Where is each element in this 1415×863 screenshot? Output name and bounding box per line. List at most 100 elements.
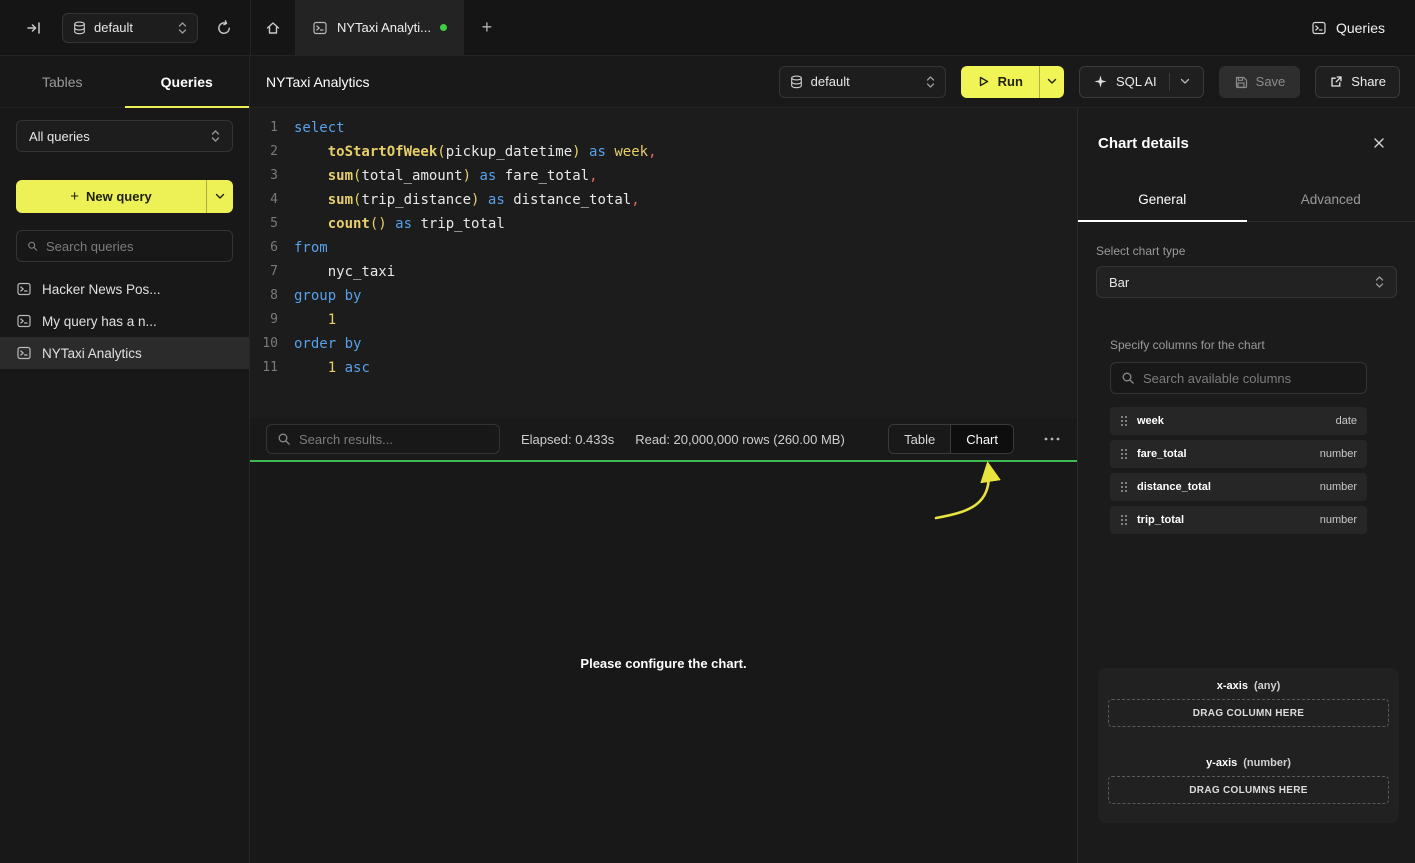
chart-details-body: Select chart type Bar Specify columns fo… xyxy=(1078,244,1415,534)
line-number: 7 xyxy=(250,260,278,284)
y-axis-drop-zone[interactable]: DRAG COLUMNS HERE xyxy=(1108,776,1389,804)
search-queries-box[interactable] xyxy=(16,230,233,262)
code-line: 1select xyxy=(250,116,1077,140)
sidebar-query-item[interactable]: Hacker News Pos... xyxy=(0,273,249,305)
top-bar-right: Queries xyxy=(1311,20,1415,36)
columns-section: Specify columns for the chart weekdatefa… xyxy=(1110,338,1367,534)
ellipsis-icon xyxy=(1044,437,1060,441)
updown-chevrons-icon xyxy=(926,75,935,89)
refresh-button[interactable] xyxy=(210,14,238,42)
chevron-down-icon xyxy=(215,193,225,200)
run-button[interactable]: Run xyxy=(961,66,1064,98)
editor-database-selector[interactable]: default xyxy=(779,66,946,98)
document-tab-nytaxi[interactable]: NYTaxi Analyti... xyxy=(296,0,464,55)
sidebar: Tables Queries All queries + New query xyxy=(0,56,250,863)
sidebar-tab-queries[interactable]: Queries xyxy=(125,56,250,107)
chart-details-tabs: General Advanced xyxy=(1078,178,1415,222)
chart-type-value: Bar xyxy=(1109,275,1375,290)
line-number: 9 xyxy=(250,308,278,332)
search-icon xyxy=(27,239,38,253)
toggle-chart[interactable]: Chart xyxy=(951,425,1013,453)
rows-read: Read: 20,000,000 rows (260.00 MB) xyxy=(635,432,845,447)
line-number: 6 xyxy=(250,236,278,260)
query-list: Hacker News Pos...My query has a n... NYT… xyxy=(0,273,249,369)
results-toolbar: Elapsed: 0.433s Read: 20,000,000 rows (2… xyxy=(250,418,1077,460)
sidebar-body: All queries + New query xyxy=(0,108,249,262)
close-icon xyxy=(1373,137,1385,149)
run-button-main[interactable]: Run xyxy=(961,66,1039,98)
chart-type-select[interactable]: Bar xyxy=(1096,266,1397,298)
share-icon xyxy=(1329,75,1343,89)
column-row[interactable]: distance_totalnumber xyxy=(1110,473,1367,501)
column-row[interactable]: fare_totalnumber xyxy=(1110,440,1367,468)
search-results-input[interactable] xyxy=(299,432,489,447)
results-more-button[interactable] xyxy=(1037,424,1067,454)
unsaved-changes-dot xyxy=(440,24,447,31)
line-number: 3 xyxy=(250,164,278,188)
collapse-sidebar-button[interactable] xyxy=(20,14,48,42)
elapsed-time: Elapsed: 0.433s xyxy=(521,432,614,447)
new-tab-button[interactable]: + xyxy=(464,0,510,55)
sidebar-query-item[interactable]: NYTaxi Analytics xyxy=(0,337,249,369)
code-line: 7 nyc_taxi xyxy=(250,260,1077,284)
sql-ai-label: SQL AI xyxy=(1116,74,1157,89)
drag-handle-icon xyxy=(1120,448,1128,460)
x-axis-drop-zone[interactable]: DRAG COLUMN HERE xyxy=(1108,699,1389,727)
sidebar-tab-tables[interactable]: Tables xyxy=(0,56,125,107)
sql-editor[interactable]: 1select2 toStartOfWeek(pickup_datetime) … xyxy=(250,108,1077,418)
search-queries-input[interactable] xyxy=(46,239,222,254)
drag-handle-icon xyxy=(1120,415,1128,427)
console-icon xyxy=(312,20,328,36)
save-button-label: Save xyxy=(1256,74,1286,89)
share-button[interactable]: Share xyxy=(1315,66,1400,98)
code-line: 5 count() as trip_total xyxy=(250,212,1077,236)
sql-ai-button[interactable]: SQL AI xyxy=(1079,66,1204,98)
new-query-button[interactable]: + New query xyxy=(16,180,233,213)
column-name: distance_total xyxy=(1137,481,1211,493)
chart-placeholder-message: Please configure the chart. xyxy=(250,656,1077,671)
query-item-label: NYTaxi Analytics xyxy=(42,346,142,361)
collapse-sidebar-icon xyxy=(26,20,42,36)
code-line: 4 sum(trip_distance) as distance_total, xyxy=(250,188,1077,212)
sidebar-query-item[interactable]: My query has a n... xyxy=(0,305,249,337)
home-icon xyxy=(265,20,281,36)
document-tab-label: NYTaxi Analyti... xyxy=(337,20,431,35)
close-panel-button[interactable] xyxy=(1367,131,1391,155)
updown-chevrons-icon xyxy=(211,129,220,143)
sidebar-tabs: Tables Queries xyxy=(0,56,249,108)
top-bar-left: default xyxy=(0,0,250,55)
queries-icon xyxy=(1311,20,1327,36)
search-columns-box[interactable] xyxy=(1110,362,1367,394)
chart-details-title: Chart details xyxy=(1098,135,1189,152)
queries-filter-select[interactable]: All queries xyxy=(16,120,233,152)
main-header-actions: default Run SQL AI S xyxy=(779,66,1400,98)
drag-handle-icon xyxy=(1120,514,1128,526)
toggle-table[interactable]: Table xyxy=(889,425,950,453)
column-row[interactable]: trip_totalnumber xyxy=(1110,506,1367,534)
share-button-label: Share xyxy=(1351,74,1386,89)
search-results-box[interactable] xyxy=(266,424,500,454)
columns-list: weekdatefare_totalnumberdistance_totalnu… xyxy=(1110,407,1367,534)
topbar-database-value: default xyxy=(94,20,170,35)
new-query-label: New query xyxy=(86,189,152,204)
editor-database-value: default xyxy=(811,74,918,89)
app-root: default NYTaxi Analyti... + Queries xyxy=(0,0,1415,863)
tab-general[interactable]: General xyxy=(1078,178,1247,221)
tab-advanced[interactable]: Advanced xyxy=(1247,178,1415,221)
new-query-dropdown[interactable] xyxy=(207,180,233,213)
run-button-label: Run xyxy=(998,74,1023,89)
axes-config-box: x-axis (any) DRAG COLUMN HERE y-axis (nu… xyxy=(1098,668,1399,823)
search-columns-input[interactable] xyxy=(1143,371,1356,386)
topbar-database-selector[interactable]: default xyxy=(62,13,198,43)
main-header: NYTaxi Analytics default Run SQL AI xyxy=(250,56,1415,108)
home-tab[interactable] xyxy=(250,0,296,55)
queries-button[interactable]: Queries xyxy=(1311,20,1385,36)
updown-chevrons-icon xyxy=(178,21,187,35)
column-type: number xyxy=(1320,514,1357,526)
save-button[interactable]: Save xyxy=(1219,66,1301,98)
run-dropdown[interactable] xyxy=(1040,66,1064,98)
search-icon xyxy=(1121,371,1135,385)
column-row[interactable]: weekdate xyxy=(1110,407,1367,435)
new-query-main[interactable]: + New query xyxy=(16,180,206,213)
sparkle-icon xyxy=(1093,74,1108,89)
